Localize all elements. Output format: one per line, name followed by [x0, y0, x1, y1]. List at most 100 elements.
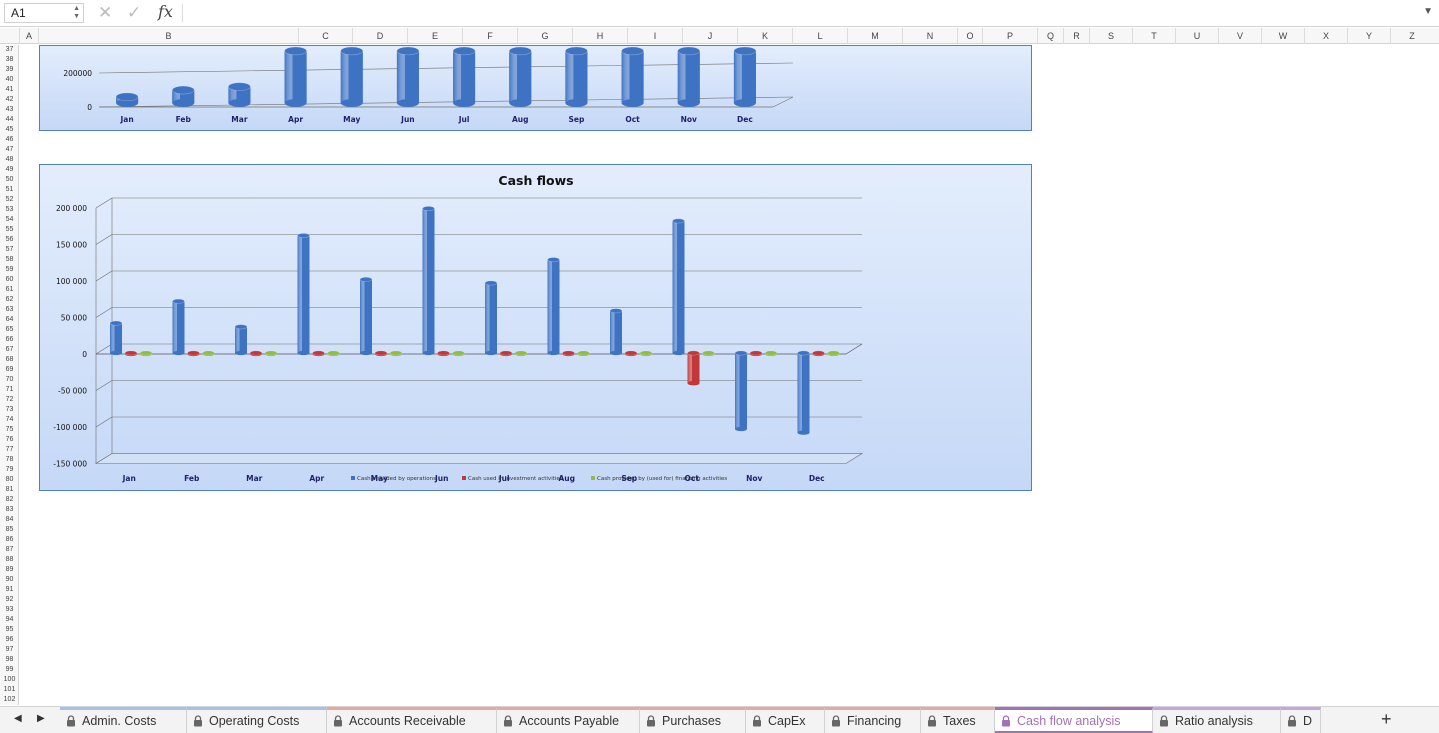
column-header-g[interactable]: G	[517, 28, 572, 44]
row-header-42[interactable]: 42	[0, 95, 18, 105]
row-header-75[interactable]: 75	[0, 425, 18, 435]
column-header-u[interactable]: U	[1175, 28, 1218, 44]
sheet-tab-ratio-analysis[interactable]: Ratio analysis	[1153, 707, 1281, 733]
sheet-tab-taxes[interactable]: Taxes	[921, 707, 995, 733]
row-header-95[interactable]: 95	[0, 625, 18, 635]
row-header-55[interactable]: 55	[0, 225, 18, 235]
row-header-37[interactable]: 37	[0, 45, 18, 55]
row-header-47[interactable]: 47	[0, 145, 18, 155]
row-header-86[interactable]: 86	[0, 535, 18, 545]
row-header-82[interactable]: 82	[0, 495, 18, 505]
row-header-88[interactable]: 88	[0, 555, 18, 565]
row-header-52[interactable]: 52	[0, 195, 18, 205]
cash-flows-chart[interactable]: Cash flows 200 000 150 000 100 000 50 000 0 -…	[39, 164, 1032, 491]
row-header-50[interactable]: 50	[0, 175, 18, 185]
row-header-92[interactable]: 92	[0, 595, 18, 605]
sheet-tab-d[interactable]: D	[1281, 707, 1321, 733]
column-header-c[interactable]: C	[298, 28, 352, 44]
row-header-93[interactable]: 93	[0, 605, 18, 615]
row-header-89[interactable]: 89	[0, 565, 18, 575]
row-header-49[interactable]: 49	[0, 165, 18, 175]
row-header-96[interactable]: 96	[0, 635, 18, 645]
row-header-72[interactable]: 72	[0, 395, 18, 405]
column-header-o[interactable]: O	[957, 28, 982, 44]
formula-input[interactable]	[190, 6, 1410, 22]
row-header-53[interactable]: 53	[0, 205, 18, 215]
scroll-tabs-left-icon[interactable]: ◀	[14, 713, 22, 724]
sheet-tab-financing[interactable]: Financing	[825, 707, 921, 733]
column-header-y[interactable]: Y	[1347, 28, 1390, 44]
row-header-97[interactable]: 97	[0, 645, 18, 655]
row-header-78[interactable]: 78	[0, 455, 18, 465]
column-header-v[interactable]: V	[1218, 28, 1261, 44]
row-header-59[interactable]: 59	[0, 265, 18, 275]
row-header-56[interactable]: 56	[0, 235, 18, 245]
row-header-43[interactable]: 43	[0, 105, 18, 115]
row-header-64[interactable]: 64	[0, 315, 18, 325]
row-header-60[interactable]: 60	[0, 275, 18, 285]
row-header-87[interactable]: 87	[0, 545, 18, 555]
row-header-44[interactable]: 44	[0, 115, 18, 125]
column-header-i[interactable]: I	[627, 28, 682, 44]
row-header-54[interactable]: 54	[0, 215, 18, 225]
row-header-85[interactable]: 85	[0, 525, 18, 535]
row-header-38[interactable]: 38	[0, 55, 18, 65]
row-header-40[interactable]: 40	[0, 75, 18, 85]
column-header-x[interactable]: X	[1304, 28, 1347, 44]
cancel-icon[interactable]: ✕	[98, 3, 112, 23]
row-header-100[interactable]: 100	[0, 675, 18, 685]
column-header-n[interactable]: N	[902, 28, 957, 44]
name-box-stepper-icon[interactable]: ▲ ▼	[73, 5, 80, 21]
column-header-l[interactable]: L	[792, 28, 847, 44]
column-header-m[interactable]: M	[847, 28, 902, 44]
row-header-63[interactable]: 63	[0, 305, 18, 315]
column-header-e[interactable]: E	[407, 28, 462, 44]
row-header-65[interactable]: 65	[0, 325, 18, 335]
sheet-tab-accounts-payable[interactable]: Accounts Payable	[497, 707, 640, 733]
column-header-s[interactable]: S	[1089, 28, 1132, 44]
row-header-77[interactable]: 77	[0, 445, 18, 455]
column-header-q[interactable]: Q	[1037, 28, 1063, 44]
row-header-102[interactable]: 102	[0, 695, 18, 705]
column-header-z[interactable]: Z	[1390, 28, 1433, 44]
row-header-99[interactable]: 99	[0, 665, 18, 675]
insert-function-icon[interactable]: fx	[158, 2, 173, 21]
sheet-tab-admin-costs[interactable]: Admin. Costs	[60, 707, 187, 733]
column-header-k[interactable]: K	[737, 28, 792, 44]
row-header-94[interactable]: 94	[0, 615, 18, 625]
sheet-tab-operating-costs[interactable]: Operating Costs	[187, 707, 327, 733]
row-header-101[interactable]: 101	[0, 685, 18, 695]
row-header-46[interactable]: 46	[0, 135, 18, 145]
row-header-61[interactable]: 61	[0, 285, 18, 295]
row-header-76[interactable]: 76	[0, 435, 18, 445]
column-header-b[interactable]: B	[38, 28, 298, 44]
column-header-p[interactable]: P	[982, 28, 1037, 44]
row-header-70[interactable]: 70	[0, 375, 18, 385]
name-box[interactable]: A1 ▲ ▼	[4, 3, 84, 23]
row-header-58[interactable]: 58	[0, 255, 18, 265]
column-header-f[interactable]: F	[462, 28, 517, 44]
row-header-91[interactable]: 91	[0, 585, 18, 595]
row-header-83[interactable]: 83	[0, 505, 18, 515]
column-header-t[interactable]: T	[1132, 28, 1175, 44]
row-header-73[interactable]: 73	[0, 405, 18, 415]
sheet-tab-capex[interactable]: CapEx	[746, 707, 825, 733]
row-header-51[interactable]: 51	[0, 185, 18, 195]
row-header-81[interactable]: 81	[0, 485, 18, 495]
row-header-90[interactable]: 90	[0, 575, 18, 585]
scroll-tabs-right-icon[interactable]: ▶	[37, 713, 45, 724]
sheet-tab-accounts-receivable[interactable]: Accounts Receivable	[327, 707, 497, 733]
add-sheet-button[interactable]: +	[1381, 709, 1392, 730]
monthly-chart[interactable]: 200000 0 Jan Feb Mar Apr May Jun Jul Aug Sep Oct Nov…	[39, 45, 1032, 131]
expand-formula-bar-icon[interactable]: ▼	[1423, 6, 1433, 17]
column-header-j[interactable]: J	[682, 28, 737, 44]
enter-icon[interactable]: ✓	[127, 3, 141, 23]
row-header-45[interactable]: 45	[0, 125, 18, 135]
column-header-r[interactable]: R	[1063, 28, 1089, 44]
row-header-62[interactable]: 62	[0, 295, 18, 305]
row-header-80[interactable]: 80	[0, 475, 18, 485]
sheet-tab-cash-flow-analysis[interactable]: Cash flow analysis	[995, 707, 1153, 733]
row-header-41[interactable]: 41	[0, 85, 18, 95]
row-header-69[interactable]: 69	[0, 365, 18, 375]
row-header-57[interactable]: 57	[0, 245, 18, 255]
